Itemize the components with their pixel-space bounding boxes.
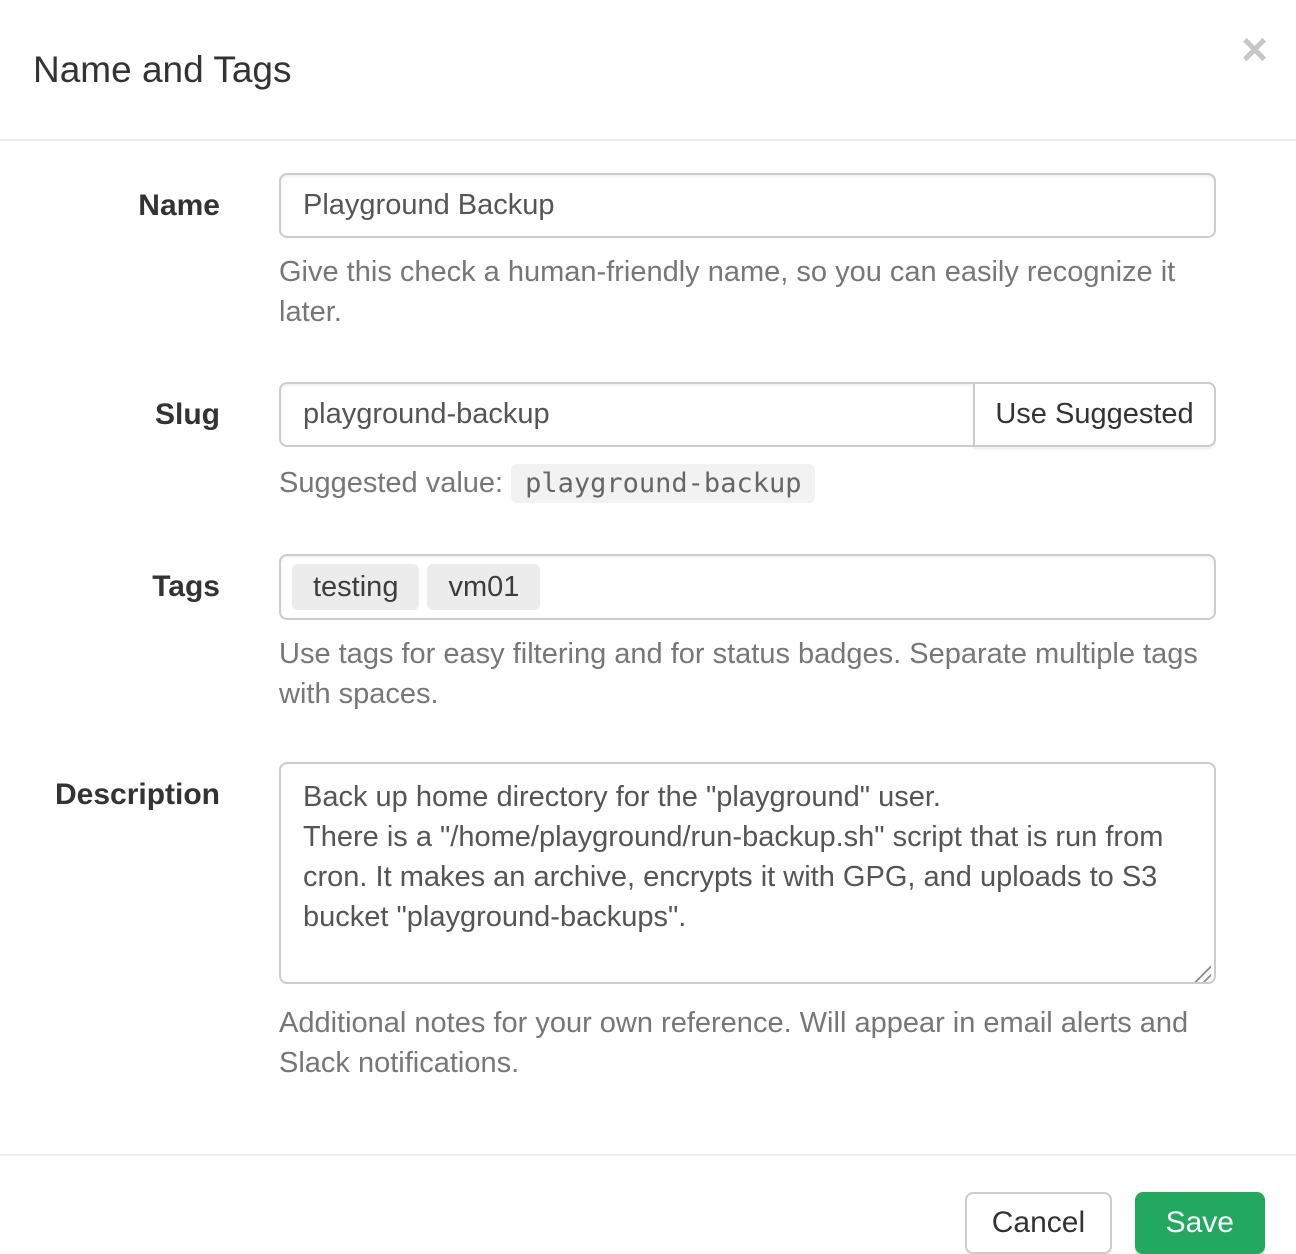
description-field-row: Description Back up home directory for t… [0, 762, 1216, 1083]
tags-field-row: Tags testing vm01 Use tags for easy filt… [0, 554, 1216, 714]
name-input[interactable] [279, 173, 1216, 238]
slug-field-row: Slug Use Suggested Suggested value:playg… [0, 382, 1216, 504]
name-label: Name [0, 173, 246, 226]
suggested-value-line: Suggested value:playground-backup [279, 463, 1216, 504]
dialog-footer: Cancel Save [0, 1154, 1296, 1254]
tag-pill[interactable]: testing [292, 564, 419, 610]
tags-input[interactable]: testing vm01 [279, 554, 1216, 620]
slug-label: Slug [0, 382, 246, 435]
name-and-tags-dialog: Name and Tags × Name Give this check a h… [0, 0, 1296, 1254]
suggested-value-prefix: Suggested value: [279, 467, 503, 499]
slug-input-group: Use Suggested [279, 382, 1216, 447]
description-input[interactable]: Back up home directory for the "playgrou… [279, 762, 1216, 984]
slug-input[interactable] [279, 382, 975, 447]
tags-help-text: Use tags for easy filtering and for stat… [279, 634, 1216, 714]
dialog-body: Name Give this check a human-friendly na… [0, 141, 1296, 1154]
name-field-row: Name Give this check a human-friendly na… [0, 173, 1216, 332]
close-icon[interactable]: × [1241, 26, 1268, 72]
cancel-button[interactable]: Cancel [965, 1192, 1112, 1254]
tags-label: Tags [0, 554, 246, 607]
dialog-header: Name and Tags × [0, 0, 1296, 141]
use-suggested-button[interactable]: Use Suggested [973, 382, 1216, 447]
suggested-value-code: playground-backup [511, 464, 815, 503]
description-label: Description [0, 762, 246, 815]
name-help-text: Give this check a human-friendly name, s… [279, 252, 1216, 332]
save-button[interactable]: Save [1135, 1192, 1265, 1254]
tag-pill[interactable]: vm01 [427, 564, 540, 610]
dialog-title: Name and Tags [33, 48, 1263, 92]
description-help-text: Additional notes for your own reference.… [279, 1003, 1216, 1083]
